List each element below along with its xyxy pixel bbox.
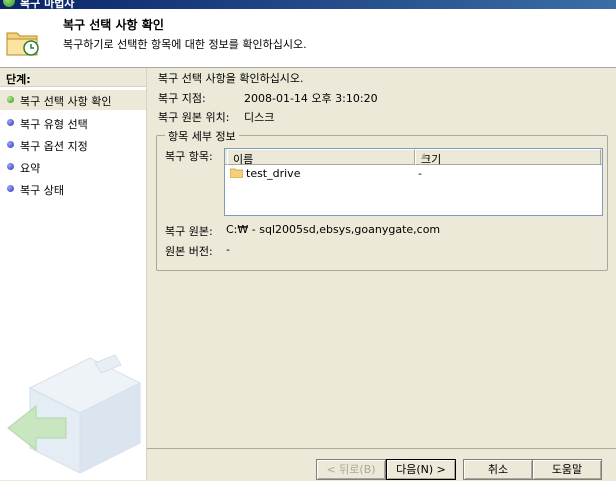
back-button[interactable]: < 뒤로(B) bbox=[316, 459, 386, 480]
step-label: 복구 유형 선택 bbox=[20, 118, 88, 131]
step-label: 복구 상태 bbox=[20, 184, 64, 197]
steps-heading: 단계: bbox=[6, 73, 31, 86]
step-item-confirm: 복구 선택 사항 확인 bbox=[0, 90, 146, 110]
steps-heading-bar: 단계: bbox=[0, 68, 146, 87]
step-item-type: 복구 유형 선택 bbox=[0, 113, 146, 133]
folder-icon bbox=[230, 168, 243, 178]
folder-clock-icon bbox=[6, 32, 39, 56]
step-label: 복구 옵션 지정 bbox=[20, 140, 88, 153]
recovery-items-list[interactable]: 이름 크기 ▲ test_drive - bbox=[224, 148, 603, 216]
page-subtitle: 복구하기로 선택한 항목에 대한 정보를 확인하십시오. bbox=[63, 38, 307, 51]
item-size: - bbox=[418, 167, 422, 180]
wizard-header: 복구 선택 사항 확인 복구하기로 선택한 항목에 대한 정보를 확인하십시오. bbox=[0, 9, 616, 68]
recovery-source-value: C:₩ - sql2005sd,ebsys,goanygate,com bbox=[226, 223, 441, 236]
main-content: 복구 선택 사항을 확인하십시오. 복구 지점: 2008-01-14 오후 3… bbox=[147, 68, 616, 448]
step-item-status: 복구 상태 bbox=[0, 179, 146, 199]
recovery-watermark-icon bbox=[7, 354, 142, 474]
source-version-label: 원본 버전: bbox=[165, 245, 213, 258]
list-item[interactable]: test_drive - bbox=[226, 166, 601, 182]
source-version-value: - bbox=[226, 243, 230, 256]
next-button[interactable]: 다음(N) > bbox=[386, 459, 456, 480]
source-location-value: 디스크 bbox=[244, 111, 275, 124]
window-title: 복구 마법사 bbox=[20, 0, 75, 9]
step-label: 복구 선택 사항 확인 bbox=[20, 95, 112, 108]
wizard-app-icon bbox=[3, 0, 15, 7]
sort-ascending-icon: ▲ bbox=[421, 151, 428, 160]
page-title: 복구 선택 사항 확인 bbox=[63, 18, 164, 32]
recovery-source-label: 복구 원본: bbox=[165, 225, 213, 238]
bullet-icon bbox=[7, 119, 14, 126]
item-details-legend: 항목 세부 정보 bbox=[165, 128, 239, 144]
recovery-point-label: 복구 지점: bbox=[158, 92, 206, 105]
steps-panel: 단계: 복구 선택 사항 확인 복구 유형 선택 복구 옵션 지정 요약 복구 … bbox=[0, 68, 147, 480]
column-header-label: 이름 bbox=[233, 153, 254, 166]
step-label: 요약 bbox=[20, 162, 41, 175]
list-header: 이름 크기 ▲ bbox=[225, 149, 602, 166]
recovery-items-label: 복구 항목: bbox=[165, 150, 213, 163]
title-bar: 복구 마법사 bbox=[0, 0, 616, 9]
help-button[interactable]: 도움말 bbox=[532, 459, 602, 480]
step-item-summary: 요약 bbox=[0, 157, 146, 177]
cancel-button[interactable]: 취소 bbox=[463, 459, 533, 480]
button-bar: < 뒤로(B) 다음(N) > 취소 도움말 bbox=[147, 448, 616, 481]
bullet-icon bbox=[7, 141, 14, 148]
column-header-name[interactable]: 이름 bbox=[227, 149, 415, 166]
bullet-icon bbox=[7, 163, 14, 170]
instruction-text: 복구 선택 사항을 확인하십시오. bbox=[158, 72, 304, 85]
column-header-size[interactable]: 크기 ▲ bbox=[415, 149, 601, 166]
source-location-label: 복구 원본 위치: bbox=[158, 111, 230, 124]
step-item-options: 복구 옵션 지정 bbox=[0, 135, 146, 155]
bullet-icon bbox=[7, 185, 14, 192]
item-name: test_drive bbox=[246, 167, 301, 180]
bullet-icon bbox=[7, 96, 14, 103]
recovery-point-value: 2008-01-14 오후 3:10:20 bbox=[244, 92, 378, 105]
